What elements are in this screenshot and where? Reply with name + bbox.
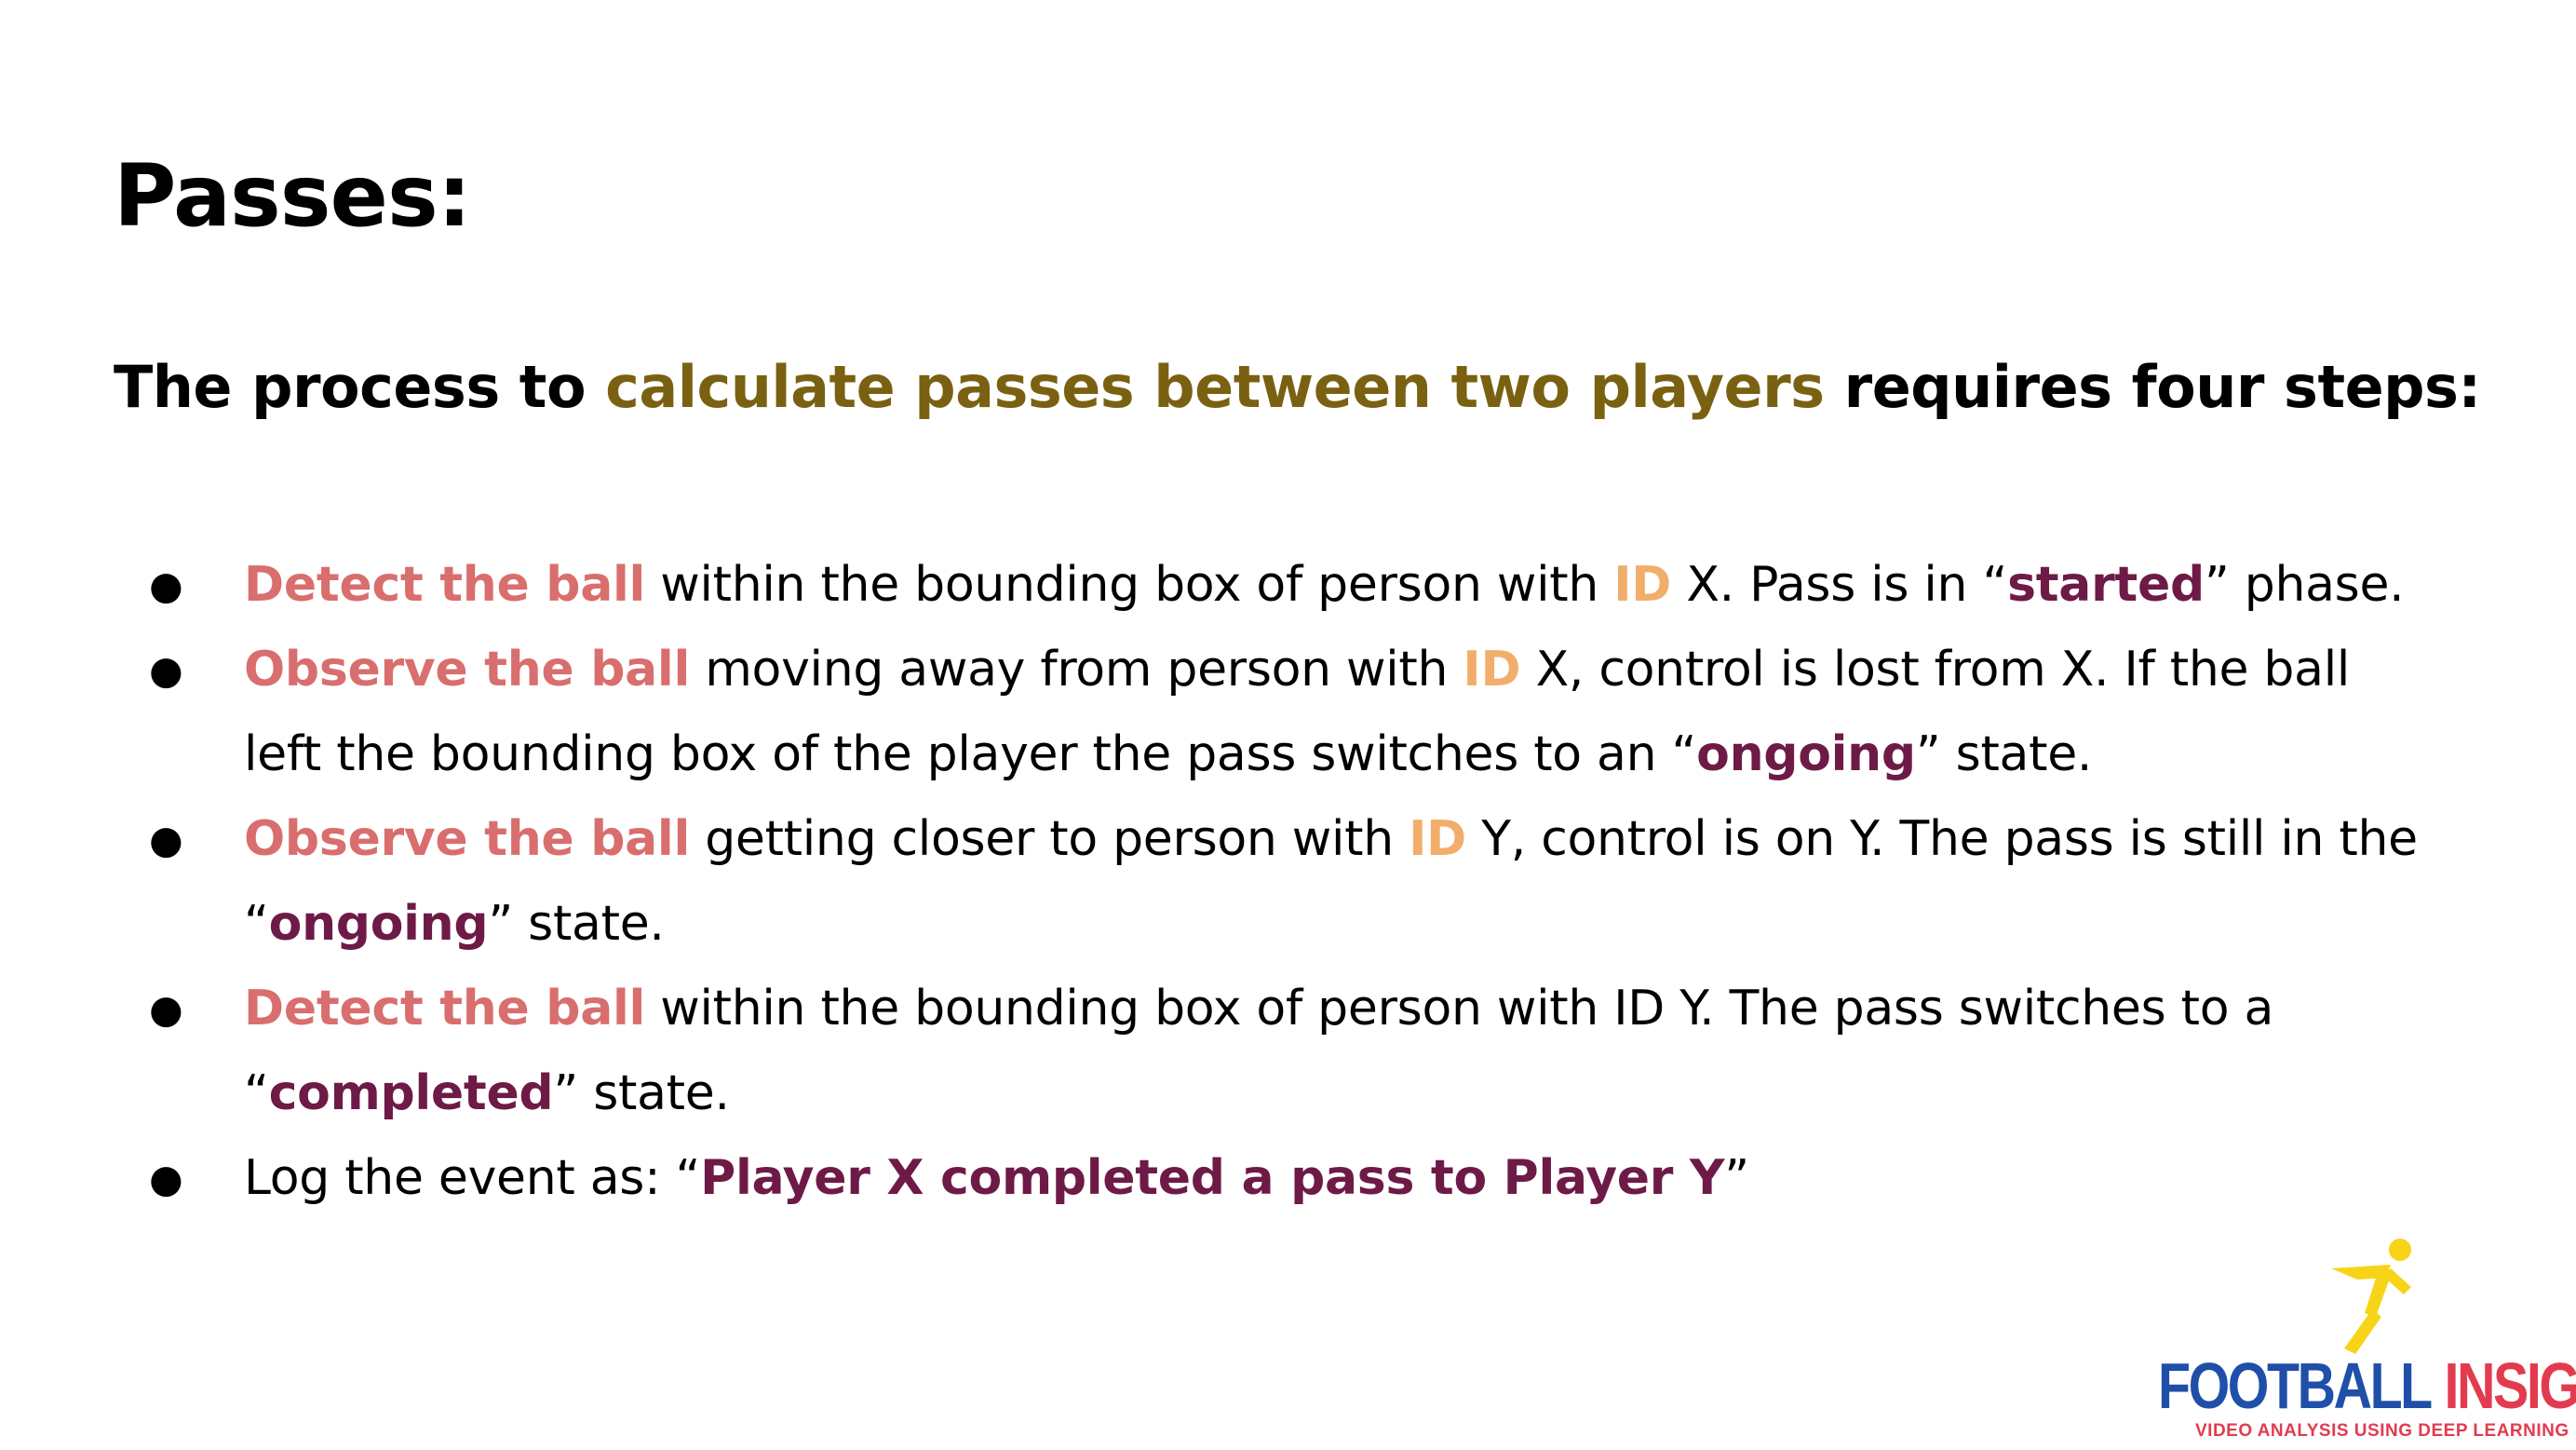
logo-word-football: FOOTBALL [2158,1349,2433,1422]
slide-title: Passes: [114,146,472,246]
step-state: ongoing [268,896,489,952]
step-text: moving away from person with [689,642,1463,698]
bullet-icon: ● [149,817,183,862]
step-text: within the bounding box of person with [645,557,1614,613]
step-action: Detect the ball [244,981,646,1037]
step-item-2: ● Observe the ball moving away from perso… [149,628,2439,797]
bullet-icon: ● [149,562,183,608]
bullet-icon: ● [149,986,183,1032]
step-action: Observe the ball [244,811,690,867]
step-item-1: ● Detect the ball within the bounding box… [149,543,2439,628]
step-state: ongoing [1696,726,1916,782]
step-text: ” state. [1915,726,2093,782]
intro-highlight: calculate passes between two players [605,353,1825,421]
step-text: ” state. [553,1065,730,1121]
football-insights-logo: FOOTBALLINSIGHTS VIDEO ANALYSIS USING DE… [2149,1237,2576,1447]
step-text: getting closer to person with [689,811,1409,867]
step-text: ” state. [488,896,665,952]
intro-paragraph: The process to calculate passes between … [114,346,2497,428]
step-action: Detect the ball [244,557,646,613]
step-id-label: ID [1409,811,1467,867]
intro-prefix: The process to [114,353,606,421]
step-item-5: ● Log the event as: “Player X completed a… [149,1136,2439,1221]
step-text: ” [1724,1150,1749,1206]
step-text: ” phase. [2204,557,2405,613]
step-action: Observe the ball [244,642,690,698]
logo-wordmark: FOOTBALLINSIGHTS [2158,1352,2576,1419]
step-text: X. Pass is in “ [1671,557,2008,613]
step-id-label: ID [1463,642,1521,698]
slide: Passes: The process to calculate passes … [0,0,2576,1450]
steps-list: ● Detect the ball within the bounding box… [149,543,2439,1221]
bullet-icon: ● [149,1156,183,1201]
logo-word-insights: INSIGHTS [2444,1349,2576,1422]
logo-tagline: VIDEO ANALYSIS USING DEEP LEARNING [2195,1421,2569,1441]
step-text: Log the event as: “ [244,1150,701,1206]
bullet-icon: ● [149,647,183,693]
step-item-3: ● Observe the ball getting closer to pers… [149,797,2439,967]
intro-suffix: requires four steps: [1824,353,2482,421]
step-id-label: ID [1613,557,1672,613]
running-player-icon [2331,1239,2411,1354]
step-log-message: Player X completed a pass to Player Y [700,1150,1725,1206]
step-state: started [2007,557,2205,613]
step-state: completed [268,1065,554,1121]
step-item-4: ● Detect the ball within the bounding box… [149,967,2439,1136]
